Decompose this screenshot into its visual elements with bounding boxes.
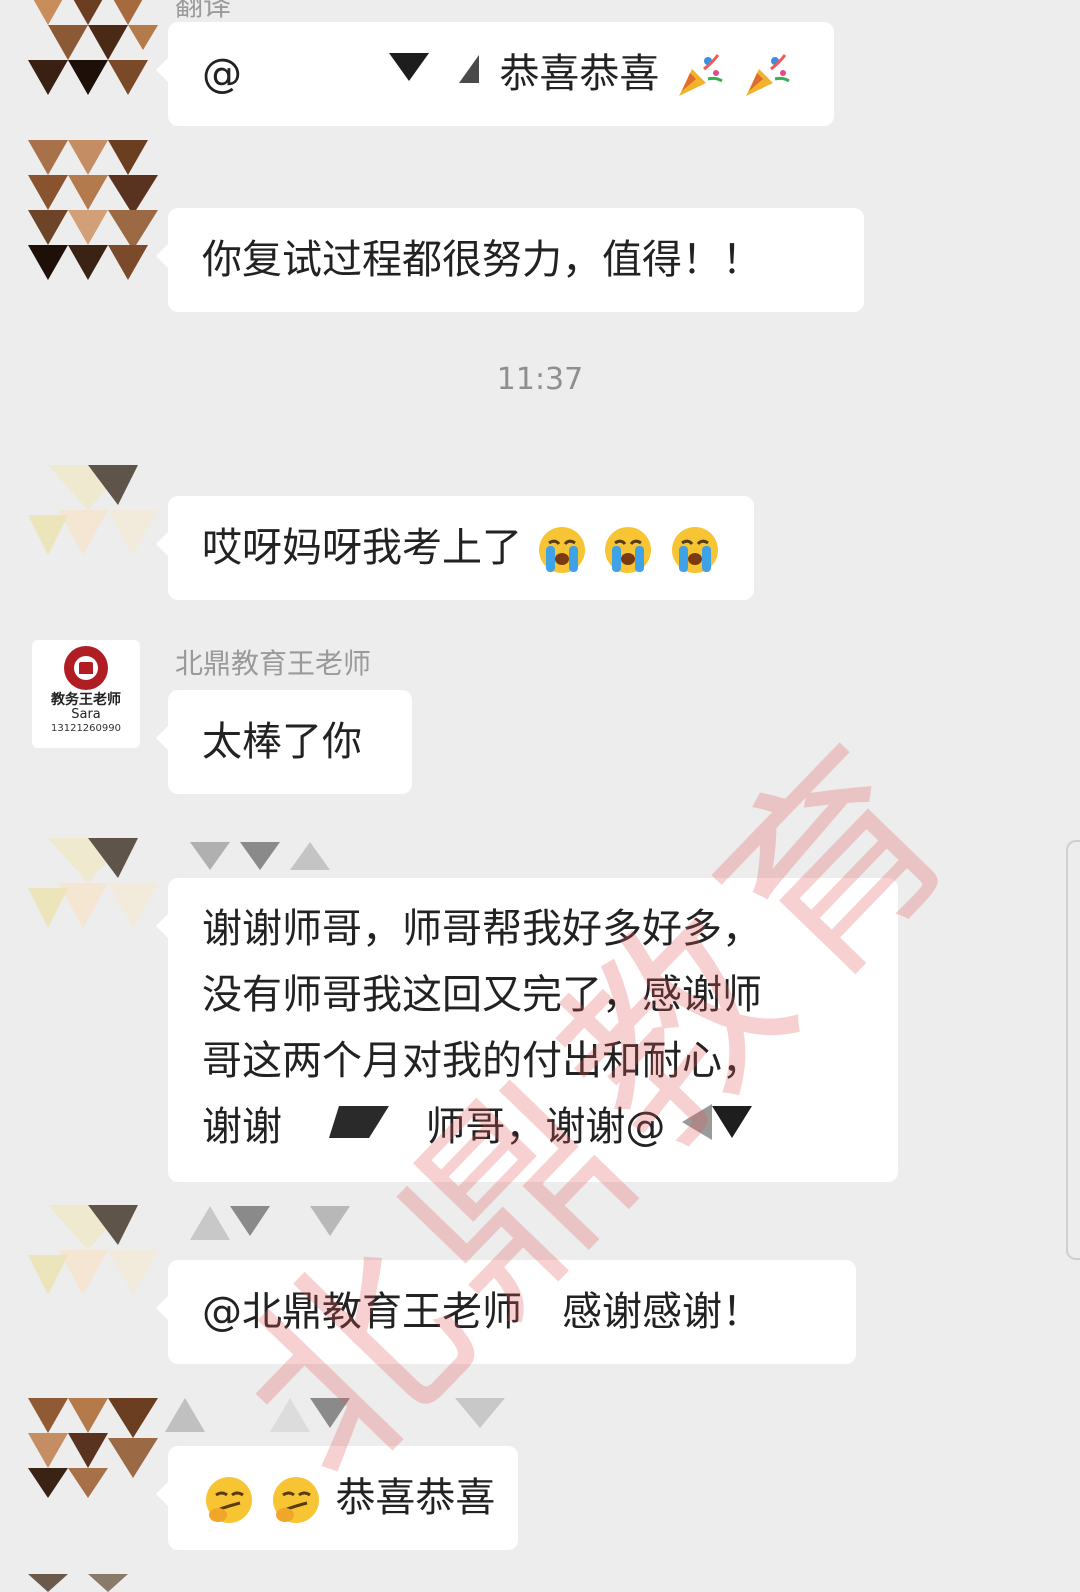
redacted-name [259,43,499,109]
brand-avatar-name: Sara [71,707,101,722]
message-bubble[interactable]: 哎呀妈呀我考上了 [156,496,754,600]
brand-logo-icon [64,646,108,690]
smirking-face-icon [204,1475,254,1525]
loudly-crying-face-icon [670,525,720,575]
redacted-sender [190,1206,350,1240]
sender-name: 北鼎教育王老师 [175,647,372,680]
message-bubble[interactable]: @ 恭喜恭喜 [156,22,834,126]
party-popper-icon [674,51,724,101]
message-line: 谢谢师哥，师哥帮我好多好多， [202,906,762,952]
loudly-crying-face-icon [603,525,653,575]
message-bubble[interactable]: 你复试过程都很努力，值得！！ [156,208,864,312]
brand-avatar-phone: 13121260990 [51,723,121,734]
avatar[interactable] [28,1205,158,1303]
avatar [28,1574,158,1592]
message-bubble[interactable]: 太棒了你 [156,690,412,794]
avatar[interactable] [28,838,158,936]
loudly-crying-face-icon [537,525,587,575]
mention-at: @ [202,51,242,97]
message-text: 你复试过程都很努力，值得！！ [202,237,762,283]
redacted-name [299,1096,409,1162]
brand-avatar-title: 教务王老师 [51,692,121,708]
message-bubble[interactable]: 谢谢师哥，师哥帮我好多好多， 没有师哥我这回又完了，感谢师 哥这两个月对我的付出… [156,878,898,1182]
smirking-face-icon [271,1475,321,1525]
message-text: 太棒了你 [202,719,362,765]
avatar[interactable] [28,465,158,563]
message-bubble[interactable]: 恭喜恭喜 [156,1446,518,1550]
timestamp: 11:37 [496,362,584,397]
message-line-last: 谢谢 师哥，谢谢@ [202,1094,864,1162]
message-text: 哎呀妈呀我考上了 [202,525,522,571]
sender-name-fragment: 翻译 [175,0,232,22]
party-popper-icon [741,51,791,101]
message-text: @北鼎教育王老师 感谢感谢！ [202,1289,762,1335]
message-bubble[interactable]: @北鼎教育王老师 感谢感谢！ [156,1260,856,1364]
message-line: 没有师哥我这回又完了，感谢师 [202,972,762,1018]
message-text: 谢谢 [202,1104,282,1150]
message-line: 哥这两个月对我的付出和耐心， [202,1038,762,1084]
avatar[interactable] [28,1398,158,1498]
redacted-name [682,1096,753,1162]
avatar[interactable] [28,0,158,105]
avatar[interactable] [28,140,158,280]
scrollbar[interactable] [1066,840,1080,1260]
redacted-sender [190,842,330,872]
message-text: 师哥，谢谢@ [425,1104,666,1150]
redacted-sender [165,1398,505,1432]
message-text: 恭喜恭喜 [499,51,660,97]
brand-avatar[interactable]: 教务王老师 Sara 13121260990 [32,640,140,748]
message-text: 恭喜恭喜 [335,1475,496,1521]
